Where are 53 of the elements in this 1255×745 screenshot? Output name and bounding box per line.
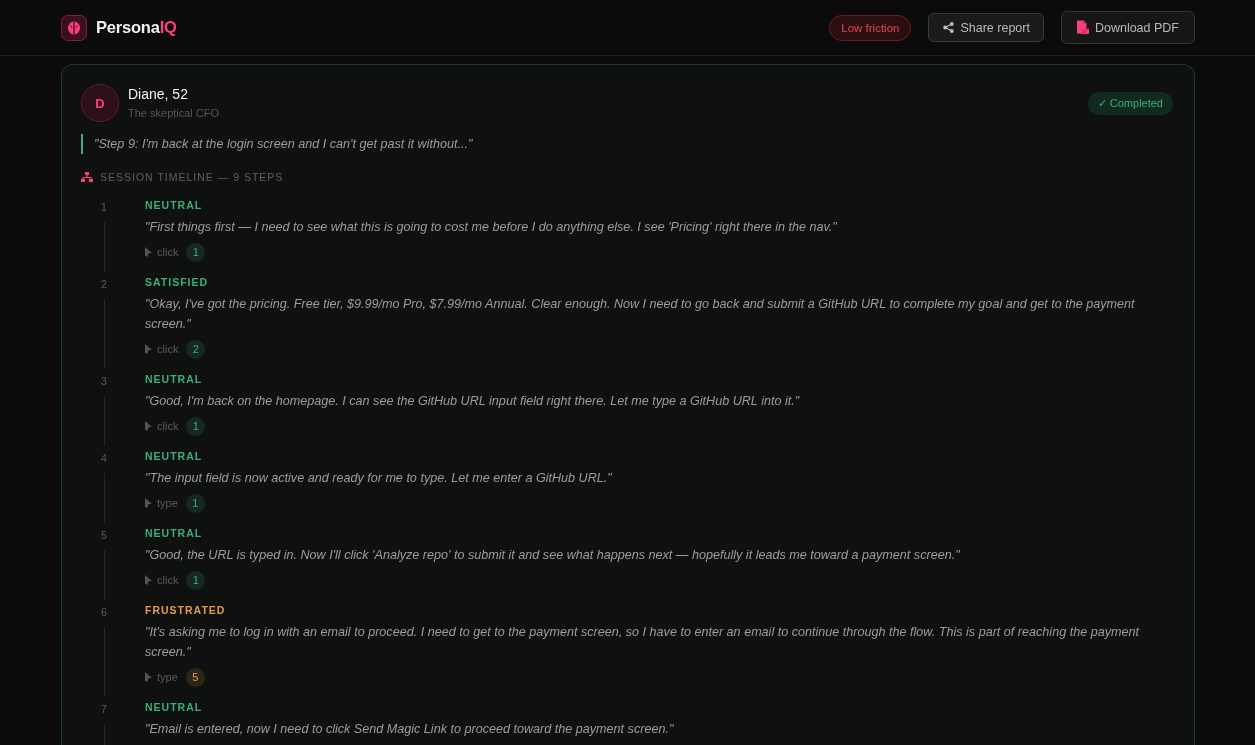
action-count: 1 [186,570,206,590]
step-quote: "It's asking me to log in with an email to proceed. I need to get to the payment screen, so I have to enter an email to continue through the flow. This is part of reaching the payment screen." [145,624,1141,661]
download-pdf-button[interactable]: Download PDF [1060,11,1195,44]
cursor-icon [145,344,152,354]
emotion-label: NEUTRAL [145,700,203,715]
action-count: 1 [186,242,206,262]
step-quote: "First things first — I need to see what this is going to cost me before I do anything else. I see 'Pricing' right there in the nav." [145,219,838,236]
emotion-label: NEUTRAL [145,526,203,541]
step-quote: "Okay, I've got the pricing. Free tier, $9.99/mo Pro, $7.99/mo Annual. Clear enough. Now I need to go back and submit a GitHub URL to complete my goal and get to the payment screen." [145,296,1136,333]
emotion-label: NEUTRAL [145,198,203,213]
action-type: click [157,246,179,258]
action-count: 2 [186,339,206,359]
step-number: 2 [101,277,107,291]
step-number: 3 [101,374,107,388]
cursor-icon [145,421,152,431]
brain-logo-icon [61,14,87,41]
step-number: 6 [101,605,107,619]
brand-name: PersonaIQ [96,18,177,37]
action-count: 5 [185,667,205,687]
avatar: D [81,84,119,122]
action-type: click [157,574,179,586]
emotion-label: NEUTRAL [145,449,203,464]
step-quote: "Email is entered, now I need to click Send Magic Link to proceed toward the payment screen." [145,721,675,738]
action-count: 1 [186,416,206,436]
section-heading: SESSION TIMELINE — 9 STEPS [100,170,284,185]
emotion-label: SATISFIED [145,275,209,290]
action-type: click [157,343,179,355]
step-quote: "Good, I'm back on the homepage. I can see the GitHub URL input field right there. Let me type a GitHub URL into it." [145,393,801,410]
emotion-label: NEUTRAL [145,372,203,387]
step-number: 7 [101,702,107,716]
persona-name: Diane, 52 [128,85,188,103]
step-number: 1 [101,200,107,214]
action-count: 1 [185,493,205,513]
cursor-icon [145,247,152,257]
persona-quote: "Step 9: I'm back at the login screen and I can't get past it without..." [81,134,1174,154]
step-number: 5 [101,528,107,542]
cursor-icon [145,498,152,508]
share-icon [943,22,955,33]
action-type: type [157,497,178,509]
cursor-icon [145,575,152,585]
flow-chart-icon [81,172,93,182]
friction-status-pill: Low friction [829,14,912,41]
cursor-icon [145,672,152,682]
completed-status-pill: ✓ Completed [1087,91,1173,115]
action-type: type [157,671,178,683]
pdf-file-icon [1075,20,1089,35]
emotion-label: FRUSTRATED [145,603,226,618]
action-type: click [157,420,179,432]
step-number: 4 [101,451,107,465]
persona-role: The skeptical CFO [128,106,220,121]
step-quote: "The input field is now active and ready for me to type. Let me enter a GitHub URL." [145,470,613,487]
share-report-button[interactable]: Share report [928,13,1044,42]
step-quote: "Good, the URL is typed in. Now I'll click 'Analyze repo' to submit it and see what happens next — hopefully it leads me toward a payment screen." [145,547,961,564]
